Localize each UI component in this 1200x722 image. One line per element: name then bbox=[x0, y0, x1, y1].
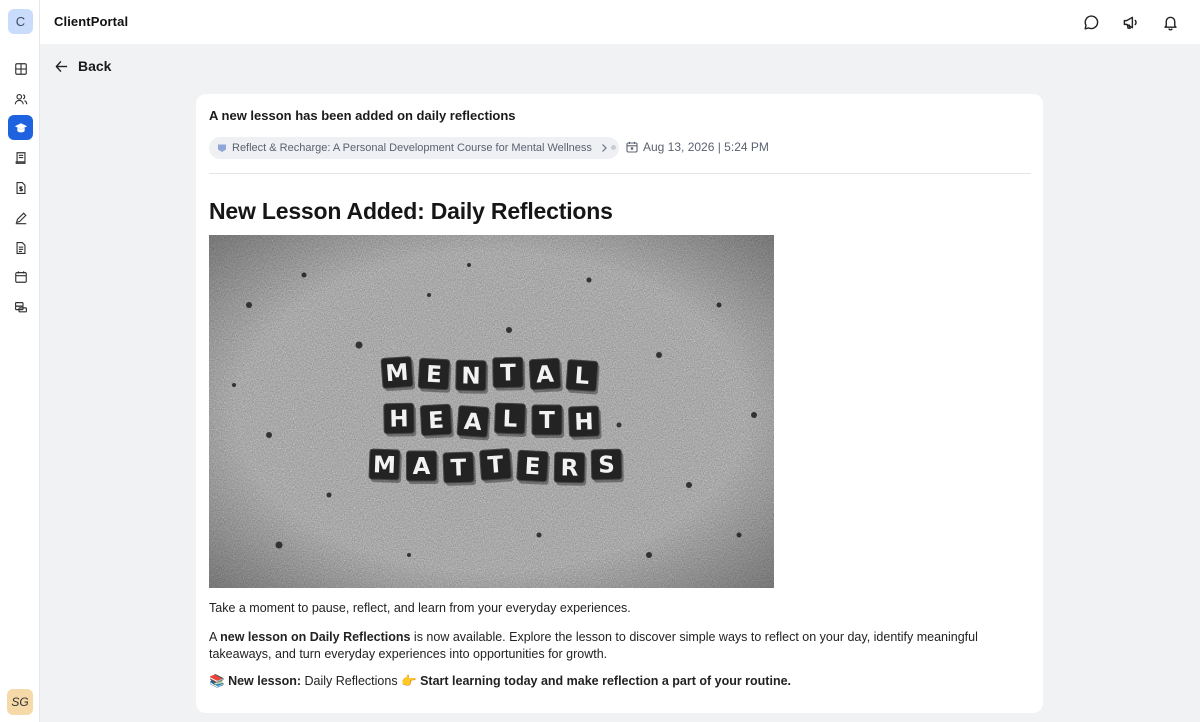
letter-tile: E bbox=[419, 403, 454, 439]
divider bbox=[209, 173, 1031, 174]
sidebar-item-clients[interactable] bbox=[8, 86, 33, 111]
body-highlight: new lesson on Daily Reflections bbox=[220, 630, 411, 644]
svg-text:N: N bbox=[461, 363, 481, 389]
letter-tile: L bbox=[494, 402, 528, 437]
svg-text:A: A bbox=[535, 362, 554, 389]
letter-tile: H bbox=[383, 402, 417, 437]
post-cta: 📚 New lesson: Daily Reflections 👉 Start … bbox=[209, 674, 791, 689]
books-emoji: 📚 bbox=[209, 674, 225, 688]
calendar-icon bbox=[626, 141, 638, 153]
sidebar-item-dashboard[interactable] bbox=[8, 56, 33, 81]
svg-text:A: A bbox=[413, 454, 431, 480]
post-body: A new lesson on Daily Reflections is now… bbox=[209, 629, 1034, 663]
bell-icon bbox=[1163, 16, 1177, 30]
letter-tile: S bbox=[590, 448, 624, 483]
announcements-button[interactable] bbox=[1119, 11, 1141, 33]
svg-text:E: E bbox=[428, 408, 445, 435]
separator-dot bbox=[611, 145, 616, 150]
letter-tile: L bbox=[565, 359, 600, 395]
app-title: ClientPortal bbox=[54, 14, 129, 29]
back-label: Back bbox=[78, 58, 112, 74]
letter-tile: E bbox=[417, 357, 452, 393]
new-lesson-label: New lesson: bbox=[228, 674, 301, 688]
graduation-cap-icon bbox=[14, 122, 27, 132]
sidebar-item-signatures[interactable] bbox=[8, 205, 33, 230]
users-icon bbox=[14, 93, 27, 104]
cta-text: Start learning today and make reflection… bbox=[416, 674, 792, 688]
letter-tile: N bbox=[455, 359, 489, 394]
post-image: MENTALHEALTHMATTERS bbox=[209, 235, 774, 588]
post-title: New Lesson Added: Daily Reflections bbox=[209, 198, 613, 224]
svg-text:S: S bbox=[598, 452, 615, 478]
course-chip-label: Reflect & Recharge: A Personal Developme… bbox=[232, 142, 592, 154]
letter-tile: M bbox=[380, 356, 416, 392]
invoice-icon bbox=[15, 181, 26, 194]
letter-tile: M bbox=[368, 448, 402, 483]
letter-tile: A bbox=[456, 405, 491, 441]
app-logo[interactable]: C bbox=[8, 9, 33, 34]
letter-tile: H bbox=[568, 405, 602, 440]
svg-text:M: M bbox=[385, 360, 410, 388]
svg-text:L: L bbox=[574, 363, 591, 390]
letter-tile: T bbox=[531, 404, 564, 438]
sidebar-item-invoices[interactable] bbox=[8, 175, 33, 200]
letter-tile: A bbox=[406, 450, 439, 484]
top-header: ClientPortal bbox=[40, 0, 1200, 44]
receipt-icon bbox=[15, 151, 26, 164]
svg-text:A: A bbox=[463, 409, 483, 436]
layout-icon bbox=[14, 62, 27, 75]
document-icon bbox=[15, 241, 26, 254]
sidebar-item-billing[interactable] bbox=[8, 294, 33, 319]
svg-text:T: T bbox=[487, 452, 505, 479]
chevron-right-icon bbox=[601, 144, 607, 152]
letter-tile: T bbox=[479, 448, 514, 484]
course-chip[interactable]: Reflect & Recharge: A Personal Developme… bbox=[209, 137, 619, 159]
back-button[interactable]: Back bbox=[54, 58, 111, 74]
letter-tile: A bbox=[528, 357, 563, 393]
svg-text:T: T bbox=[500, 360, 516, 386]
svg-text:E: E bbox=[524, 454, 541, 481]
chat-icon bbox=[1083, 14, 1098, 30]
arrow-left-icon bbox=[55, 60, 68, 72]
svg-text:H: H bbox=[389, 406, 409, 432]
notification-card: A new lesson has been added on daily ref… bbox=[196, 94, 1043, 713]
calendar-icon bbox=[14, 270, 27, 283]
body-prefix: A bbox=[209, 630, 221, 644]
svg-text:E: E bbox=[425, 362, 442, 389]
letter-tile: E bbox=[516, 449, 550, 485]
megaphone-icon bbox=[1123, 16, 1137, 29]
sidebar-item-receipts[interactable] bbox=[8, 145, 33, 170]
notifications-button[interactable] bbox=[1159, 11, 1181, 33]
sidebar-item-documents[interactable] bbox=[8, 235, 33, 260]
notification-datetime: Aug 13, 2026 | 5:24 PM bbox=[643, 140, 769, 154]
letter-tile: R bbox=[553, 451, 587, 486]
notification-title: A new lesson has been added on daily ref… bbox=[209, 108, 516, 123]
letter-tile: T bbox=[492, 356, 526, 391]
letter-tile: T bbox=[442, 451, 477, 486]
lesson-name: Daily Reflections bbox=[301, 674, 402, 688]
course-icon bbox=[218, 144, 226, 152]
svg-text:T: T bbox=[450, 455, 467, 482]
notification-date: Aug 13, 2026 | 5:24 PM bbox=[626, 140, 769, 154]
pen-icon bbox=[15, 211, 27, 224]
svg-text:H: H bbox=[574, 409, 594, 436]
svg-text:T: T bbox=[539, 408, 555, 434]
svg-text:R: R bbox=[560, 455, 578, 481]
sidebar-item-calendar[interactable] bbox=[8, 264, 33, 289]
pointing-emoji: 👉 bbox=[401, 674, 417, 688]
avatar[interactable]: SG bbox=[7, 689, 33, 715]
messages-button[interactable] bbox=[1080, 11, 1102, 33]
svg-text:L: L bbox=[502, 406, 518, 433]
post-intro: Take a moment to pause, reflect, and lea… bbox=[209, 601, 631, 615]
sidebar: C SG bbox=[0, 0, 40, 722]
sidebar-item-courses[interactable] bbox=[8, 115, 33, 140]
stack-icon bbox=[14, 301, 27, 312]
svg-text:M: M bbox=[373, 452, 397, 479]
